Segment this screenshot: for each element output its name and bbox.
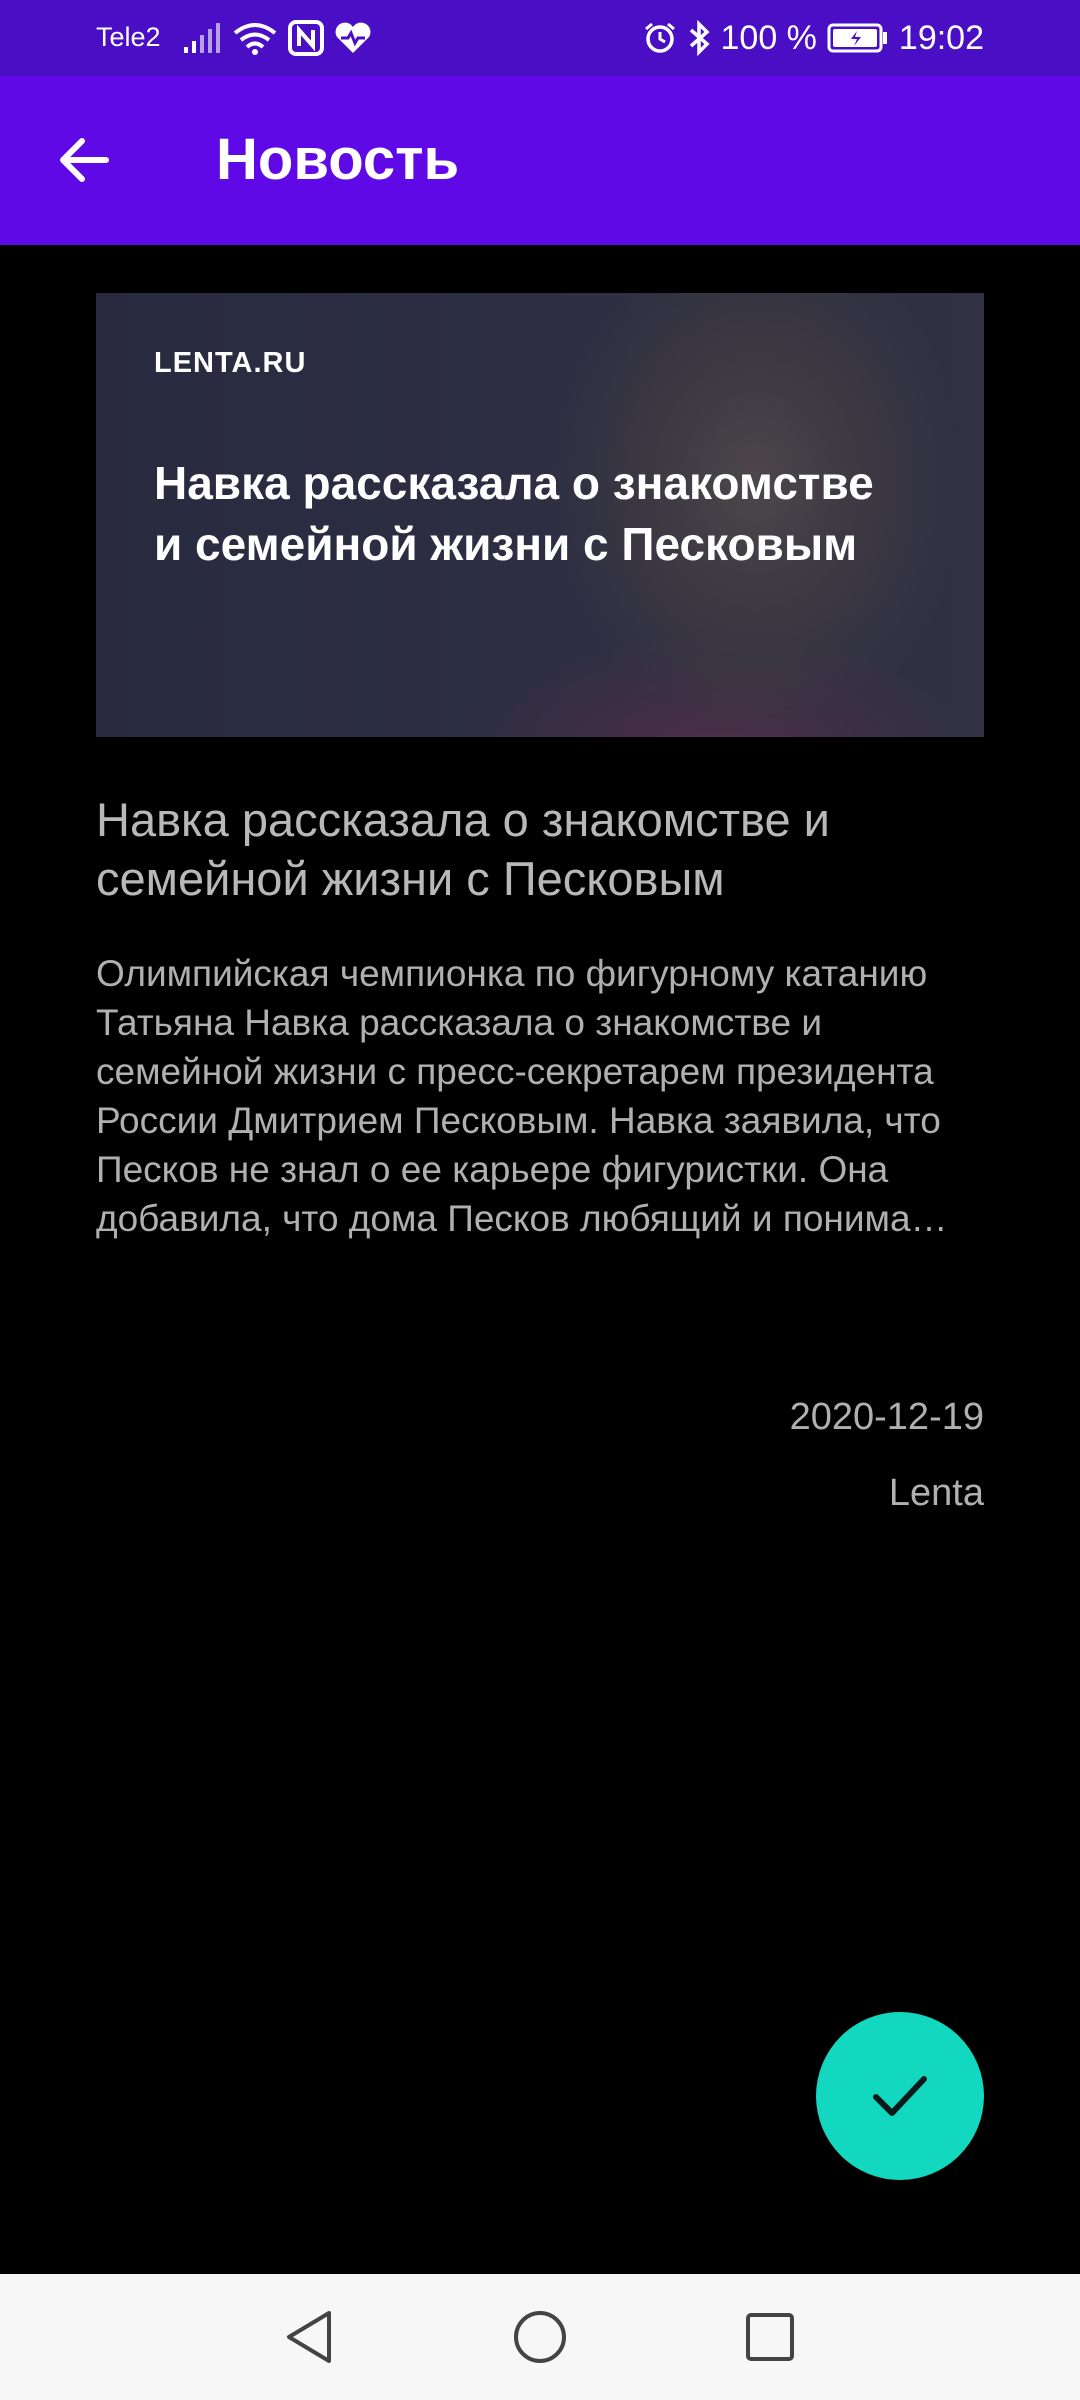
alarm-icon xyxy=(644,22,675,53)
battery-icon xyxy=(827,23,887,53)
signal-icon xyxy=(184,23,220,53)
article-body: Олимпийская чемпионка по фигурному катан… xyxy=(96,953,948,1239)
carrier-name: Tele2 xyxy=(96,22,161,52)
nav-home-button[interactable] xyxy=(505,2302,575,2372)
nav-back-icon xyxy=(287,2311,331,2363)
image-headline: Навка рассказала о знакомстве и семейной… xyxy=(154,457,874,570)
back-button[interactable] xyxy=(40,120,128,200)
wifi-icon xyxy=(233,23,277,55)
app-bar: Новость xyxy=(0,76,1080,245)
mark-read-fab[interactable] xyxy=(816,2012,984,2180)
status-bar: Tele2 100 % 19:02 xyxy=(0,0,1080,76)
article-date: 2020-12-19 xyxy=(789,1396,984,1438)
article-title: Навка рассказала о знакомстве и семейной… xyxy=(96,793,830,905)
source-logo: LENTA.RU xyxy=(154,347,307,379)
arrow-back-icon xyxy=(60,138,109,182)
nav-recents-button[interactable] xyxy=(735,2302,805,2372)
news-image: LENTA.RU Навка рассказала о знакомстве и… xyxy=(96,293,984,737)
bluetooth-icon xyxy=(689,20,710,56)
nav-home-icon xyxy=(514,2311,566,2363)
nav-recents-icon xyxy=(746,2313,794,2361)
battery-percent: 100 % xyxy=(720,18,817,57)
system-nav-bar xyxy=(0,2274,1080,2400)
check-icon xyxy=(873,2076,927,2116)
status-icons-right: 100 % 19:02 xyxy=(643,18,984,58)
article-source: Lenta xyxy=(888,1472,984,1514)
nav-back-button[interactable] xyxy=(274,2302,344,2372)
nfc-icon xyxy=(288,20,324,56)
clock: 19:02 xyxy=(898,18,984,57)
page-title: Новость xyxy=(216,127,460,192)
health-icon xyxy=(335,22,371,53)
status-icons-left xyxy=(182,18,372,58)
